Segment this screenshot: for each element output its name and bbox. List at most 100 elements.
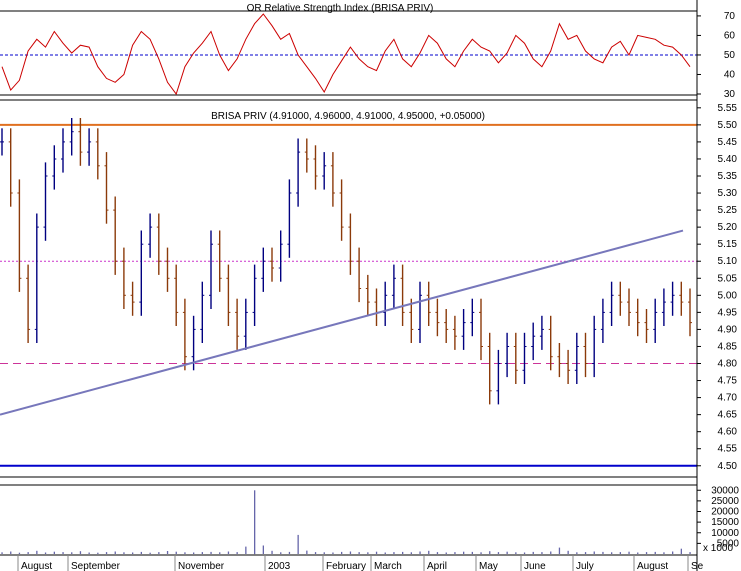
- volume-bar: [523, 552, 526, 554]
- volume-bar: [36, 550, 38, 554]
- volume-bar: [88, 552, 90, 554]
- volume-bar: [463, 551, 465, 554]
- price-tick-label: 5.10: [718, 256, 738, 267]
- x-tick-label: July: [576, 561, 594, 571]
- volume-bar: [428, 550, 430, 554]
- volume-bar: [262, 545, 264, 554]
- volume-bar: [236, 552, 238, 554]
- volume-bar: [497, 552, 500, 554]
- volume-bar: [558, 547, 561, 554]
- volume-bar: [584, 552, 587, 554]
- rsi-tick-label: 50: [724, 50, 736, 61]
- volume-bar: [576, 552, 578, 554]
- volume-bar: [628, 551, 630, 554]
- volume-tick-label: 20000: [711, 507, 739, 518]
- volume-bar: [341, 551, 343, 554]
- volume-bar: [663, 552, 665, 554]
- volume-tick-label: 15000: [711, 517, 739, 528]
- rsi-title: OR Relative Strength Index (BRISA PRIV): [247, 3, 434, 14]
- volume-bar: [367, 552, 369, 554]
- chart-figure: OR Relative Strength Index (BRISA PRIV) …: [0, 0, 741, 571]
- price-title: BRISA PRIV (4.91000, 4.96000, 4.91000, 4…: [211, 111, 485, 122]
- volume-bar: [97, 552, 99, 554]
- price-tick-label: 4.50: [718, 461, 738, 472]
- volume-bar: [680, 548, 682, 554]
- volume-bar: [619, 552, 621, 554]
- rsi-tick-label: 70: [724, 11, 736, 22]
- price-tick-label: 4.80: [718, 359, 738, 370]
- price-tick-label: 4.95: [718, 307, 738, 318]
- volume-bar: [515, 552, 517, 554]
- volume-bar: [358, 552, 360, 554]
- volume-bar: [114, 551, 116, 554]
- volume-bar: [445, 552, 447, 554]
- volume-bar: [506, 551, 508, 554]
- volume-bar: [419, 551, 421, 554]
- x-tick-label: May: [479, 561, 498, 571]
- volume-bar: [454, 552, 456, 554]
- x-tick-label: Se: [691, 561, 704, 571]
- volume-bar: [436, 552, 439, 554]
- volume-bar: [1, 552, 3, 554]
- volume-bar: [550, 551, 552, 554]
- volume-bar: [123, 552, 125, 554]
- volume-bar: [637, 552, 639, 554]
- price-tick-label: 5.40: [718, 154, 738, 165]
- rsi-tick-label: 40: [724, 69, 736, 80]
- volume-bar: [140, 551, 142, 554]
- price-tick-label: 5.25: [718, 205, 738, 216]
- volume-bar: [489, 551, 491, 554]
- volume-bar: [323, 552, 325, 554]
- volume-bar: [375, 551, 378, 554]
- volume-bar: [27, 552, 29, 554]
- volume-bar: [471, 551, 473, 554]
- volume-bar: [193, 552, 195, 554]
- volume-bar: [567, 550, 569, 554]
- volume-bar: [10, 551, 12, 554]
- price-tick-label: 5.45: [718, 137, 738, 148]
- volume-bar: [280, 552, 282, 554]
- x-tick-label: April: [427, 561, 447, 571]
- volume-bar: [393, 552, 395, 554]
- x-tick-label: August: [637, 561, 668, 571]
- volume-tick-label: 30000: [711, 485, 739, 496]
- volume-bar: [245, 546, 247, 554]
- price-tick-label: 5.50: [718, 120, 738, 131]
- volume-bar: [184, 552, 186, 554]
- volume-bar: [18, 552, 21, 554]
- price-tick-label: 4.75: [718, 376, 738, 387]
- volume-bar: [79, 551, 82, 554]
- volume-bar: [71, 552, 73, 554]
- volume-bar: [672, 551, 674, 554]
- price-tick-label: 4.60: [718, 427, 738, 438]
- volume-bar: [166, 551, 169, 554]
- volume-bar: [271, 550, 273, 554]
- price-tick-label: 5.55: [718, 103, 738, 114]
- volume-bar: [105, 552, 108, 554]
- volume-bar: [297, 534, 299, 554]
- x-tick-label: March: [374, 561, 402, 571]
- x-tick-label: 2003: [268, 561, 291, 571]
- volume-unit-label: x 1000: [703, 543, 733, 554]
- x-tick-label: November: [178, 561, 225, 571]
- volume-bar: [541, 552, 543, 554]
- x-tick-label: June: [524, 561, 546, 571]
- volume-bar: [593, 551, 595, 554]
- volume-bar: [219, 552, 221, 554]
- price-tick-label: 4.55: [718, 444, 738, 455]
- volume-bar: [654, 551, 656, 554]
- price-tick-label: 5.15: [718, 239, 738, 250]
- volume-bar: [306, 550, 308, 554]
- x-tick-label: August: [21, 561, 52, 571]
- price-tick-label: 4.70: [718, 393, 738, 404]
- volume-bar: [602, 551, 604, 554]
- volume-bar: [210, 551, 212, 554]
- price-tick-label: 5.05: [718, 273, 738, 284]
- volume-bar: [62, 552, 64, 554]
- volume-bar: [201, 552, 203, 554]
- price-tick-label: 5.20: [718, 222, 738, 233]
- volume-bar: [480, 552, 482, 554]
- volume-bar: [288, 551, 291, 554]
- volume-bar: [645, 552, 648, 554]
- price-tick-label: 4.90: [718, 324, 738, 335]
